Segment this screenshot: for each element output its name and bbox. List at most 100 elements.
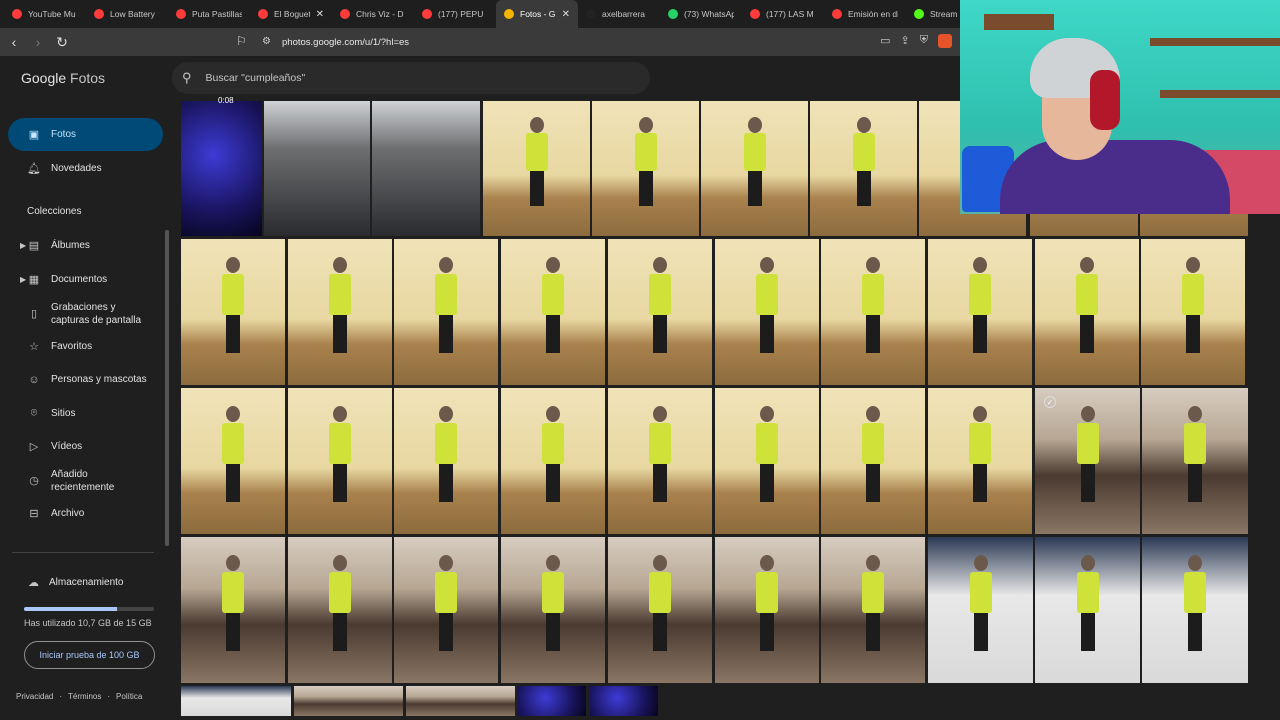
google-photos-logo[interactable]: Google Fotos xyxy=(21,70,105,86)
photo-thumbnail[interactable] xyxy=(1141,239,1246,385)
photo-thumbnail[interactable] xyxy=(1142,537,1248,683)
photo-thumbnail[interactable] xyxy=(394,388,499,534)
photo-thumbnail[interactable] xyxy=(287,239,392,385)
browser-tab[interactable]: Puta Pastillas xyxy=(168,0,250,28)
sidebar-item-novedades[interactable]: 🔔︎ Novedades xyxy=(8,152,163,185)
back-icon[interactable]: ‹ xyxy=(4,32,24,52)
person-vest xyxy=(222,274,244,315)
person-legs xyxy=(332,610,347,651)
shield-icon[interactable]: ⛨ xyxy=(920,34,928,48)
sidebar-item-videos[interactable]: ▷ Vídeos xyxy=(8,430,163,463)
photo-thumbnail[interactable] xyxy=(372,101,480,236)
browser-tab[interactable]: YouTube Mu xyxy=(4,0,86,28)
photo-thumbnail[interactable] xyxy=(927,388,1032,534)
search-bar[interactable]: ⚲ Buscar "cumpleaños" xyxy=(172,62,650,94)
photo-thumbnail[interactable] xyxy=(1035,537,1140,683)
photo-thumbnail[interactable] xyxy=(501,239,606,385)
start-trial-button[interactable]: Iniciar prueba de 100 GB xyxy=(24,641,155,669)
browser-tab[interactable]: Emisión en di xyxy=(824,0,906,28)
photo-thumbnail[interactable] xyxy=(294,686,403,716)
photo-thumbnail[interactable] xyxy=(714,239,819,385)
photo-thumbnail[interactable] xyxy=(590,686,658,716)
photo-thumbnail[interactable] xyxy=(714,537,819,683)
browser-tab[interactable]: (177) PEPU xyxy=(414,0,496,28)
photo-thumbnail[interactable] xyxy=(181,686,291,716)
tab-favicon-icon xyxy=(422,9,432,19)
photo-thumbnail[interactable] xyxy=(287,537,392,683)
terms-link[interactable]: Términos xyxy=(68,692,101,701)
sidebar-item-fotos[interactable]: ▣ Fotos xyxy=(8,118,163,151)
cast-icon[interactable]: ▭ xyxy=(880,34,890,48)
policy-link[interactable]: Política xyxy=(116,692,142,701)
sidebar-item-albumes[interactable]: ▶ ▤ Álbumes xyxy=(8,229,163,262)
photo-thumbnail[interactable] xyxy=(264,101,370,236)
browser-tab[interactable]: (73) WhatsAp xyxy=(660,0,742,28)
bookmark-icon[interactable]: ⚐ xyxy=(236,34,247,48)
photo-thumbnail[interactable] xyxy=(821,537,926,683)
photo-thumbnail[interactable] xyxy=(1142,388,1248,534)
tab-title: (177) PEPU xyxy=(438,9,484,19)
close-tab-icon[interactable]: ✕ xyxy=(562,9,570,20)
photo-thumbnail[interactable] xyxy=(501,388,606,534)
sidebar-item-anadido[interactable]: ◷ Añadido recientemente xyxy=(8,463,163,499)
sidebar-item-favoritos[interactable]: ☆ Favoritos xyxy=(8,330,163,363)
photo-thumbnail[interactable] xyxy=(518,686,586,716)
photo-thumbnail[interactable] xyxy=(607,239,712,385)
photo-thumbnail[interactable] xyxy=(821,239,926,385)
privacy-link[interactable]: Privacidad xyxy=(16,692,53,701)
sidebar-item-label: Sitios xyxy=(51,408,76,419)
expand-caret-icon[interactable]: ▶ xyxy=(20,241,26,250)
photo-thumbnail[interactable] xyxy=(810,101,917,236)
person-head xyxy=(1188,554,1202,571)
person-head xyxy=(972,405,987,422)
photo-thumbnail[interactable] xyxy=(394,537,499,683)
photo-thumbnail[interactable] xyxy=(181,388,285,534)
photo-thumbnail[interactable] xyxy=(607,537,712,683)
photo-thumbnail[interactable] xyxy=(714,388,819,534)
photo-thumbnail[interactable] xyxy=(181,101,262,236)
photo-thumbnail[interactable] xyxy=(181,537,285,683)
browser-tab[interactable]: El Bogueto ✕ xyxy=(250,0,332,28)
separator: · xyxy=(59,692,63,701)
browser-tab[interactable]: axelbarrera xyxy=(578,0,660,28)
sidebar-item-grabaciones[interactable]: ▯ Grabaciones y capturas de pantalla xyxy=(8,296,163,332)
share-icon[interactable]: ⇪ xyxy=(901,34,910,48)
brave-icon[interactable] xyxy=(938,34,952,48)
photo-thumbnail[interactable] xyxy=(607,388,712,534)
photo-thumbnail[interactable] xyxy=(927,239,1032,385)
photo-thumbnail[interactable] xyxy=(406,686,515,716)
photo-thumbnail[interactable] xyxy=(394,239,499,385)
address-bar[interactable]: ⚙ photos.google.com/u/1/?hl=es xyxy=(262,32,409,52)
sidebar-item-documentos[interactable]: ▶ ▦ Documentos xyxy=(8,263,163,296)
browser-tab[interactable]: (177) LAS M xyxy=(742,0,824,28)
person-legs xyxy=(972,461,987,502)
photo-thumbnail[interactable] xyxy=(701,101,808,236)
sidebar-item-sitios[interactable]: ⌾ Sitios xyxy=(8,397,163,430)
close-tab-icon[interactable]: ✕ xyxy=(316,9,324,20)
forward-icon[interactable]: › xyxy=(28,32,48,52)
select-check-icon[interactable]: ✓ xyxy=(1044,396,1056,408)
bell-icon: 🔔︎ xyxy=(27,163,41,175)
photo-thumbnail[interactable] xyxy=(483,101,590,236)
storage-link[interactable]: ☁ Almacenamiento xyxy=(28,576,123,589)
sidebar-scrollbar[interactable] xyxy=(165,230,169,546)
photo-thumbnail[interactable] xyxy=(592,101,699,236)
person-legs xyxy=(866,461,881,502)
photo-thumbnail[interactable] xyxy=(287,388,392,534)
sidebar-item-archivo[interactable]: ⊟ Archivo xyxy=(8,497,163,530)
expand-caret-icon[interactable]: ▶ xyxy=(20,275,26,284)
sidebar-item-personas[interactable]: ☺ Personas y mascotas xyxy=(8,363,163,396)
sidebar-item-label: Fotos xyxy=(51,129,77,140)
reload-icon[interactable]: ↻ xyxy=(52,32,72,52)
photo-thumbnail[interactable] xyxy=(1035,388,1140,534)
photo-thumbnail[interactable] xyxy=(1034,239,1139,385)
browser-tab[interactable]: Low Battery xyxy=(86,0,168,28)
browser-tab[interactable]: Chris Viz - D xyxy=(332,0,414,28)
photo-thumbnail[interactable] xyxy=(821,388,926,534)
photo-thumbnail[interactable] xyxy=(181,239,285,385)
photo-thumbnail[interactable] xyxy=(501,537,606,683)
search-input[interactable]: Buscar "cumpleaños" xyxy=(206,72,306,84)
photo-thumbnail[interactable] xyxy=(928,537,1033,683)
site-settings-icon[interactable]: ⚙ xyxy=(262,36,274,48)
browser-tab[interactable]: Fotos - G ✕ xyxy=(496,0,578,28)
